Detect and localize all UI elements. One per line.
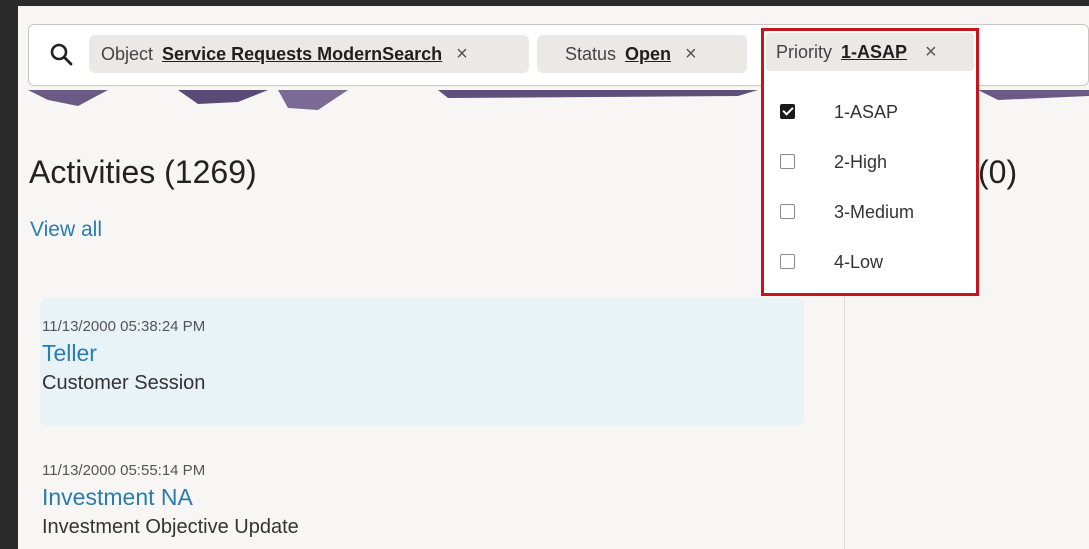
option-label: 1-ASAP	[834, 102, 899, 122]
priority-options-list: 1-ASAP 2-High 3-Medium 4-Low	[764, 89, 976, 289]
app-frame: Object Service Requests ModernSearch × S…	[18, 6, 1089, 549]
section-title-partial: (0)	[978, 154, 1018, 190]
priority-option[interactable]: 1-ASAP	[764, 89, 976, 139]
priority-filter-popup: Priority 1-ASAP × 1-ASAP 2-High 3-Medium…	[761, 28, 979, 296]
view-all-link[interactable]: View all	[30, 218, 102, 242]
chip-label: Object	[101, 43, 154, 64]
activity-title-link[interactable]: Teller	[42, 340, 804, 367]
priority-option[interactable]: 3-Medium	[764, 189, 976, 239]
activity-card[interactable]: 11/13/2000 05:55:14 PM Investment NA Inv…	[40, 442, 804, 549]
chip-value[interactable]: Service Requests ModernSearch	[162, 44, 442, 65]
chip-value[interactable]: 1-ASAP	[841, 42, 907, 63]
filter-chip-object[interactable]: Object Service Requests ModernSearch ×	[89, 35, 529, 73]
checkbox-checked-icon[interactable]	[780, 104, 795, 119]
remove-chip-icon[interactable]: ×	[925, 41, 937, 64]
checkbox-icon[interactable]	[780, 154, 795, 169]
option-label: 2-High	[834, 152, 888, 172]
filter-chip-priority[interactable]: Priority 1-ASAP ×	[766, 33, 974, 71]
activity-timestamp: 11/13/2000 05:55:14 PM	[42, 462, 206, 479]
activity-card[interactable]: 11/13/2000 05:38:24 PM Teller Customer S…	[40, 298, 804, 426]
checkbox-icon[interactable]	[780, 204, 795, 219]
remove-chip-icon[interactable]: ×	[456, 43, 468, 66]
option-label: 4-Low	[834, 252, 884, 272]
activities-title: Activities (1269)	[29, 154, 257, 190]
checkbox-icon[interactable]	[780, 254, 795, 269]
priority-option[interactable]: 4-Low	[764, 239, 976, 289]
column-divider	[844, 296, 845, 549]
option-label: 3-Medium	[834, 202, 915, 222]
chip-label: Status	[565, 43, 617, 64]
chip-value[interactable]: Open	[625, 44, 671, 65]
activity-subtitle: Investment Objective Update	[42, 516, 299, 538]
filter-chip-status[interactable]: Status Open ×	[537, 35, 747, 73]
chip-label: Priority	[776, 41, 833, 62]
activity-title-link[interactable]: Investment NA	[42, 484, 804, 511]
priority-option[interactable]: 2-High	[764, 139, 976, 189]
search-icon[interactable]	[49, 42, 73, 66]
activity-timestamp: 11/13/2000 05:38:24 PM	[42, 318, 206, 335]
remove-chip-icon[interactable]: ×	[685, 43, 697, 66]
activity-subtitle: Customer Session	[42, 372, 206, 394]
